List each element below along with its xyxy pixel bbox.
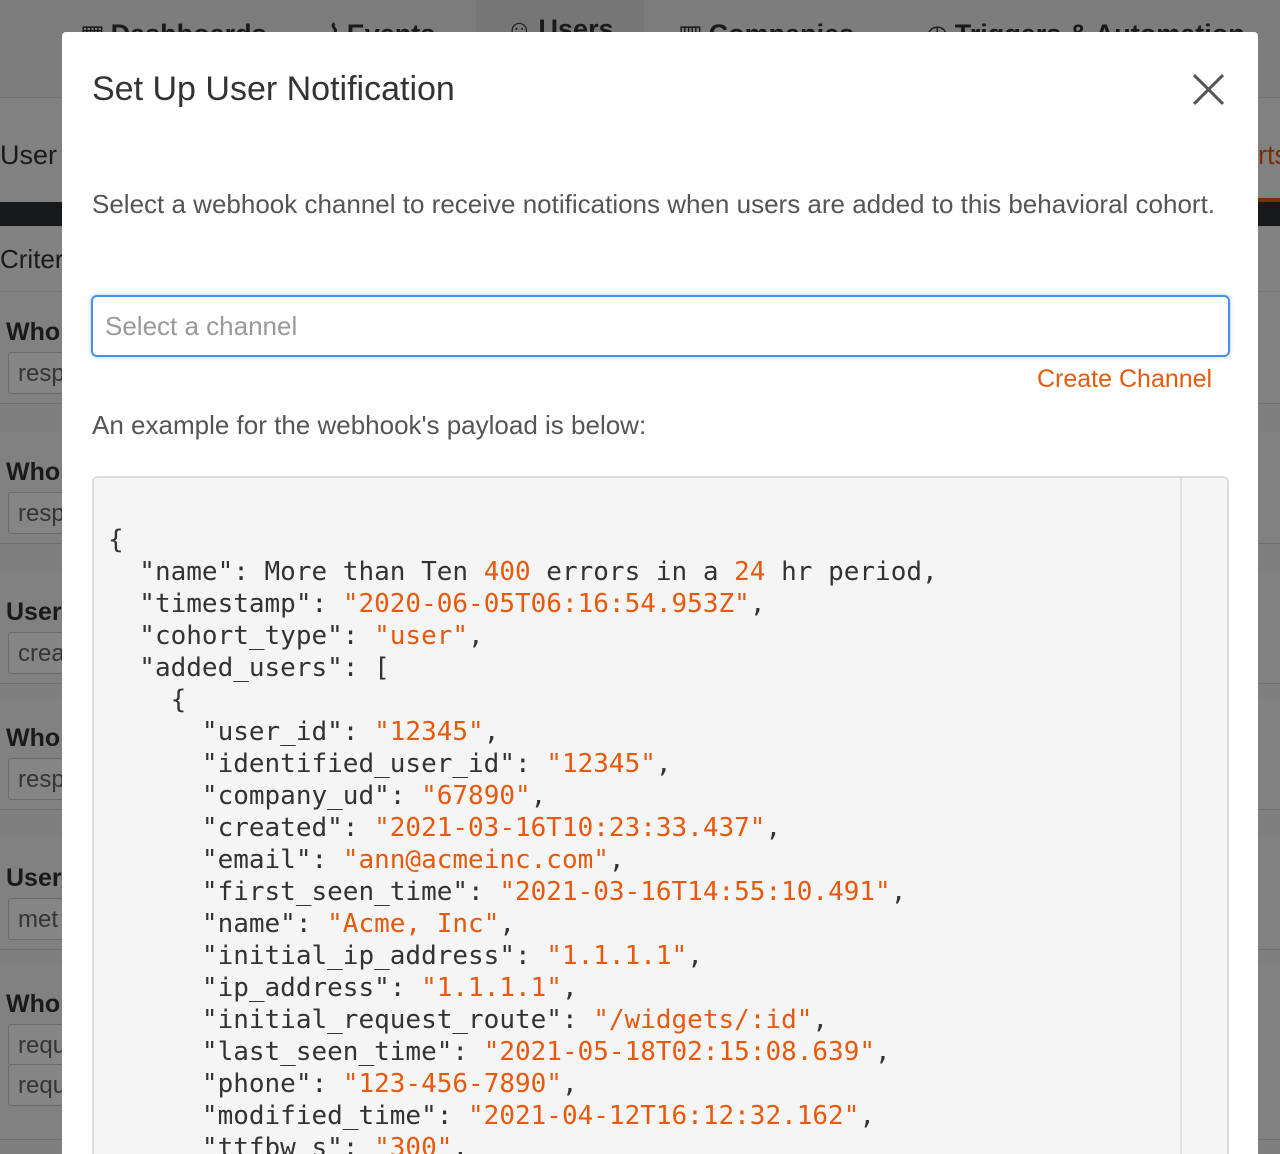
code-token: "12345" xyxy=(546,749,656,779)
code-token: "modified_time": xyxy=(108,1101,469,1131)
code-token: "user_id": xyxy=(108,717,375,747)
code-token: "123-456-7890" xyxy=(342,1069,562,1099)
code-token: "2021-04-12T16:12:32.162" xyxy=(468,1101,860,1131)
code-line: "modified_time": "2021-04-12T16:12:32.16… xyxy=(108,1100,938,1132)
code-line: { xyxy=(108,524,938,556)
code-token: "name": More than Ten xyxy=(108,557,484,587)
code-line: "first_seen_time": "2021-03-16T14:55:10.… xyxy=(108,876,938,908)
code-token: "2021-03-16T14:55:10.491" xyxy=(499,877,891,907)
code-token: , xyxy=(561,973,578,1003)
payload-code: { "name": More than Ten 400 errors in a … xyxy=(108,524,938,1154)
code-token: "email": xyxy=(108,845,343,875)
close-icon[interactable] xyxy=(1188,68,1230,110)
code-token: "first_seen_time": xyxy=(108,877,500,907)
code-token: "1.1.1.1" xyxy=(546,941,688,971)
code-line: "timestamp": "2020-06-05T06:16:54.953Z", xyxy=(108,588,938,620)
code-token: "ann@acmeinc.com" xyxy=(342,845,609,875)
code-token: , xyxy=(859,1101,876,1131)
code-token: "2021-03-16T10:23:33.437" xyxy=(374,813,766,843)
create-channel-link[interactable]: Create Channel xyxy=(1037,365,1212,394)
code-token: , xyxy=(812,1005,829,1035)
code-token: , xyxy=(687,941,703,971)
code-token: , xyxy=(499,909,515,939)
code-token: "created": xyxy=(108,813,375,843)
code-token: , xyxy=(483,717,500,747)
code-token: "Acme, Inc" xyxy=(327,909,500,939)
code-token: "phone": xyxy=(108,1069,343,1099)
code-token: "/widgets/:id" xyxy=(593,1005,813,1035)
code-line: "identified_user_id": "12345", xyxy=(108,748,938,780)
code-line: "company_ud": "67890", xyxy=(108,780,938,812)
code-line: "created": "2021-03-16T10:23:33.437", xyxy=(108,812,938,844)
code-line: "ttfbw_s": "300", xyxy=(108,1132,938,1154)
code-line: "name": More than Ten 400 errors in a 24… xyxy=(108,556,938,588)
code-token: "last_seen_time": xyxy=(108,1037,484,1067)
code-token: , xyxy=(655,749,672,779)
code-scrollbar[interactable] xyxy=(1180,478,1227,1154)
code-token: , xyxy=(749,589,766,619)
code-token: 24 xyxy=(734,557,766,587)
code-token: , xyxy=(765,813,782,843)
payload-code-block[interactable]: { "name": More than Ten 400 errors in a … xyxy=(92,476,1229,1154)
dialog-title: Set Up User Notification xyxy=(92,70,455,108)
code-token: "1.1.1.1" xyxy=(421,973,562,1003)
code-token: , xyxy=(530,781,547,811)
payload-intro: An example for the webhook's payload is … xyxy=(92,410,647,440)
code-line: "initial_request_route": "/widgets/:id", xyxy=(108,1004,938,1036)
code-token: , xyxy=(875,1037,891,1067)
code-line: "ip_address": "1.1.1.1", xyxy=(108,972,938,1004)
code-token: , xyxy=(468,621,484,651)
code-token: , xyxy=(890,877,907,907)
code-token: "2020-06-05T06:16:54.953Z" xyxy=(342,589,750,619)
code-token: "300" xyxy=(374,1133,453,1154)
code-token: "cohort_type": xyxy=(108,621,375,651)
code-line: "name": "Acme, Inc", xyxy=(108,908,938,940)
dialog-description: Select a webhook channel to receive noti… xyxy=(92,189,1216,219)
code-token: "initial_ip_address": xyxy=(108,941,547,971)
code-token: "2021-05-18T02:15:08.639" xyxy=(483,1037,876,1067)
code-token: "initial_request_route": xyxy=(108,1005,594,1035)
code-token: , xyxy=(452,1133,469,1154)
channel-select[interactable] xyxy=(91,295,1230,357)
code-token: "12345" xyxy=(374,717,484,747)
code-token: { xyxy=(108,525,124,555)
code-token: "timestamp": xyxy=(108,589,343,619)
code-token: , xyxy=(608,845,625,875)
code-line: "initial_ip_address": "1.1.1.1", xyxy=(108,940,938,972)
code-line: "last_seen_time": "2021-05-18T02:15:08.6… xyxy=(108,1036,938,1068)
code-line: "added_users": [ xyxy=(108,652,938,684)
code-token: "67890" xyxy=(421,781,531,811)
code-line: "email": "ann@acmeinc.com", xyxy=(108,844,938,876)
code-line: "phone": "123-456-7890", xyxy=(108,1068,938,1100)
code-token: 400 xyxy=(483,557,531,587)
code-token: "identified_user_id": xyxy=(108,749,547,779)
code-token: "ttfbw_s": xyxy=(108,1133,375,1154)
code-token: errors in a xyxy=(530,557,735,587)
code-token: , xyxy=(561,1069,578,1099)
user-notification-dialog: Set Up User Notification Select a webhoo… xyxy=(62,32,1258,1154)
code-line: "user_id": "12345", xyxy=(108,716,938,748)
code-token: hr period, xyxy=(765,557,938,587)
code-line: { xyxy=(108,684,938,716)
code-token: "company_ud": xyxy=(108,781,422,811)
code-token: "ip_address": xyxy=(108,973,422,1003)
code-token: "name": xyxy=(108,909,328,939)
code-token: "user" xyxy=(374,621,469,651)
code-line: "cohort_type": "user", xyxy=(108,620,938,652)
code-token: { xyxy=(108,685,187,715)
code-token: "added_users": [ xyxy=(108,653,390,683)
